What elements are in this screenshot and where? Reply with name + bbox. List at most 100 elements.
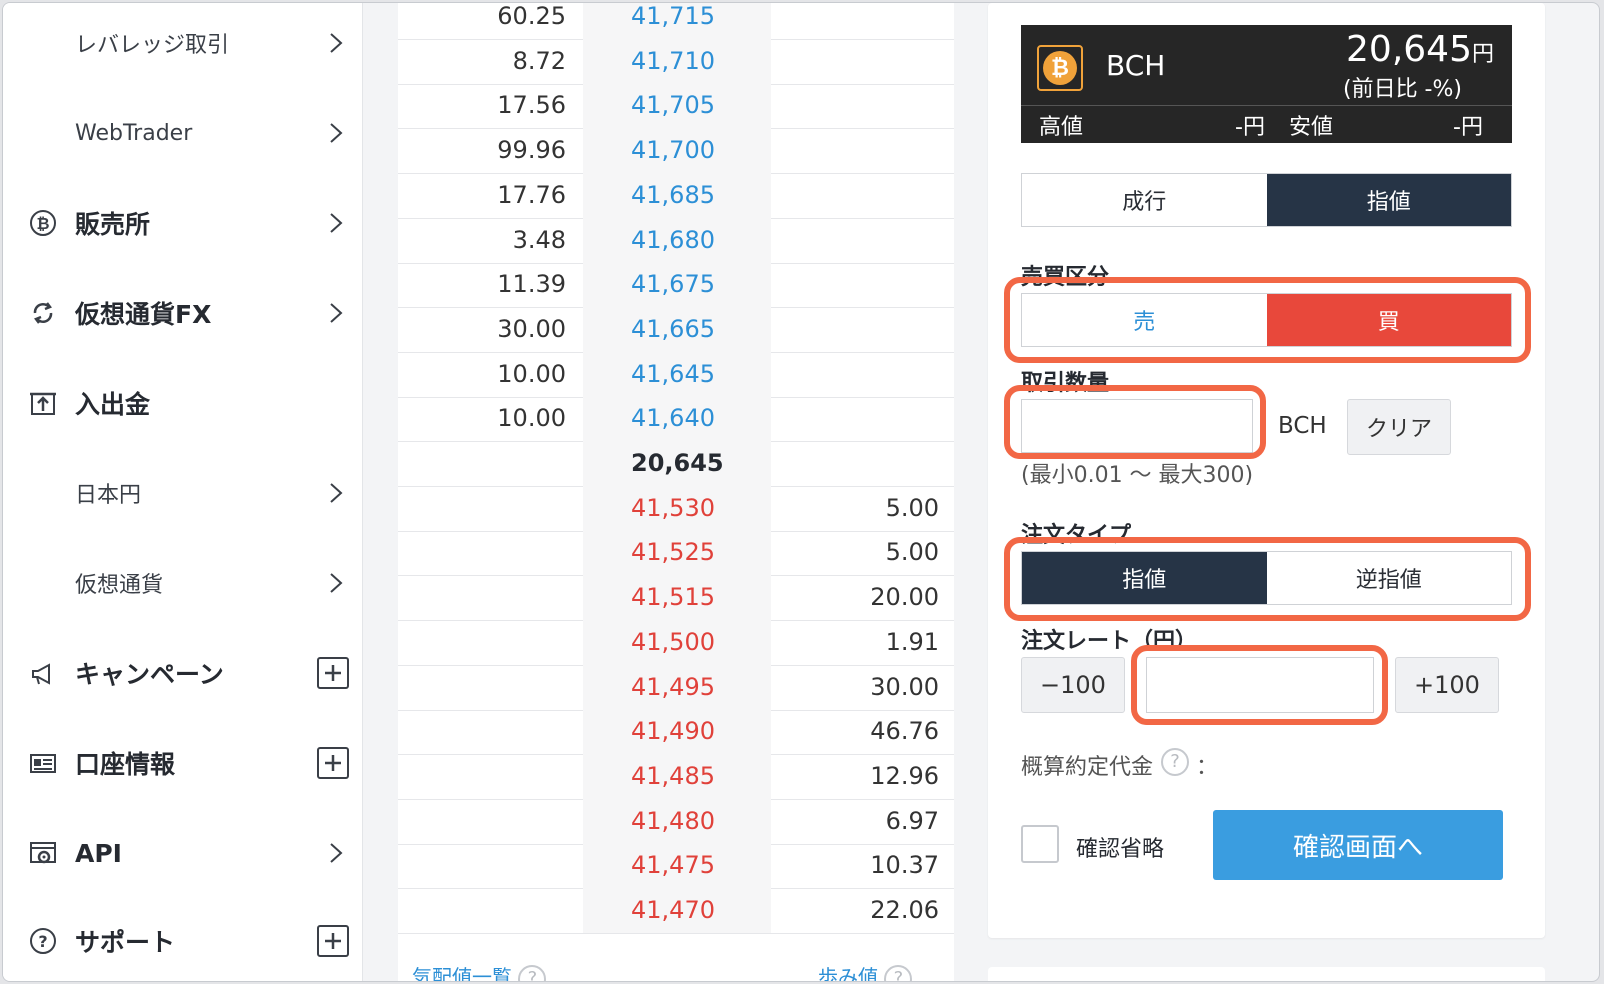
ask-quantity: [398, 799, 566, 844]
bid-row[interactable]: 41,475 10.37: [398, 843, 954, 890]
help-icon[interactable]: ?: [884, 964, 913, 981]
bid-quantity: 5.00: [885, 493, 939, 522]
sidebar-item-webtrader[interactable]: WebTrader: [3, 93, 363, 173]
bid-row[interactable]: 41,500 1.91: [398, 619, 954, 666]
lower-panel: [988, 967, 1545, 981]
quote-list-link[interactable]: 気配値一覧 ?: [412, 961, 547, 981]
trade-history-label[interactable]: 歩み値: [818, 965, 878, 981]
bitcoin-circle-icon: ₿: [27, 207, 59, 239]
bid-quantity: [771, 173, 939, 218]
price: 41,685: [583, 172, 771, 218]
bid-row[interactable]: 41,490 46.76: [398, 709, 954, 756]
ask-row[interactable]: 17.56 41,705: [398, 83, 954, 130]
sidebar-item-jpy[interactable]: 日本円: [3, 453, 363, 533]
high-label: 高値: [1039, 115, 1084, 140]
plus-100-button[interactable]: +100: [1395, 657, 1499, 713]
plus-icon[interactable]: [317, 747, 349, 779]
sidebar-item-label: 口座情報: [75, 750, 176, 779]
low-label: 安値: [1289, 115, 1334, 140]
price: 41,665: [583, 306, 771, 352]
bid-row[interactable]: 41,495 30.00: [398, 664, 954, 711]
id-card-icon: [27, 747, 59, 779]
highlight-side: [1004, 277, 1531, 363]
bid-row[interactable]: 41,485 12.96: [398, 753, 954, 800]
help-icon[interactable]: ?: [1161, 748, 1189, 776]
price: 41,495: [583, 664, 771, 710]
sidebar-item-crypto-fx[interactable]: 仮想通貨FX: [3, 273, 363, 353]
app-window: レバレッジ取引 WebTrader ₿ 販売所 仮想通貨FX 入出金 日本円 仮…: [2, 2, 1600, 982]
quote-list-label[interactable]: 気配値一覧: [412, 965, 512, 981]
ask-quantity: 17.76: [497, 180, 566, 209]
mid-price-row[interactable]: 20,645: [398, 441, 954, 487]
sidebar-item-crypto[interactable]: 仮想通貨: [3, 543, 363, 623]
confirm-button[interactable]: 確認画面へ: [1213, 810, 1503, 880]
sidebar-item-support[interactable]: ? サポート: [3, 901, 363, 981]
tab-limit-order[interactable]: 指値: [1266, 174, 1511, 226]
bid-quantity: [771, 441, 939, 486]
ask-quantity: [398, 575, 566, 620]
sidebar-item-label: 販売所: [75, 210, 151, 239]
sidebar-item-label: 仮想通貨: [75, 573, 164, 598]
order-method-toggle: 成行 指値: [1021, 173, 1512, 227]
chevron-right-icon: [325, 842, 347, 864]
bid-quantity: 22.06: [870, 896, 939, 924]
sidebar-item-label: API: [75, 838, 122, 868]
sidebar-item-leverage-trading[interactable]: レバレッジ取引: [3, 3, 363, 83]
bid-quantity: 46.76: [870, 717, 939, 746]
bid-quantity: 10.37: [870, 851, 939, 880]
chevron-right-icon: [325, 572, 347, 594]
bid-quantity: [771, 39, 939, 84]
sidebar-item-account-info[interactable]: 口座情報: [3, 723, 363, 803]
plus-icon[interactable]: [317, 925, 349, 957]
ask-row[interactable]: 10.00 41,645: [398, 351, 954, 398]
ask-quantity: 10.00: [497, 404, 566, 433]
ask-row[interactable]: 3.48 41,680: [398, 217, 954, 264]
bid-row[interactable]: 41,530 5.00: [398, 485, 954, 532]
bid-quantity: [771, 128, 939, 173]
bid-quantity: 30.00: [870, 672, 939, 701]
ask-row[interactable]: 60.25 41,715: [398, 3, 954, 40]
highlight-qty: [1004, 385, 1266, 459]
sidebar-item-label: サポート: [75, 928, 176, 957]
sidebar-item-deposit-withdraw[interactable]: 入出金: [3, 363, 363, 443]
ask-quantity: 99.96: [497, 136, 566, 165]
minus-100-button[interactable]: −100: [1021, 657, 1125, 713]
ask-quantity: 30.00: [497, 314, 566, 343]
bid-quantity: 5.00: [885, 538, 939, 567]
bid-row[interactable]: 41,525 5.00: [398, 530, 954, 577]
price: 41,640: [583, 396, 771, 442]
help-icon[interactable]: ?: [518, 964, 547, 981]
plus-icon[interactable]: [317, 657, 349, 689]
ask-row[interactable]: 17.76 41,685: [398, 172, 954, 219]
ask-row[interactable]: 10.00 41,640: [398, 396, 954, 443]
ticker-price: 20,645円: [1346, 29, 1494, 70]
ask-quantity: [398, 620, 566, 665]
sidebar-item-campaign[interactable]: キャンペーン: [3, 633, 363, 713]
sidebar-item-label: レバレッジ取引: [75, 33, 230, 58]
bid-quantity: [771, 352, 939, 397]
ask-row[interactable]: 8.72 41,710: [398, 38, 954, 85]
trade-history-link[interactable]: 歩み値 ?: [818, 961, 913, 981]
skip-confirm-checkbox[interactable]: [1021, 825, 1059, 863]
bid-quantity: [771, 396, 939, 441]
ask-row[interactable]: 99.96 41,700: [398, 128, 954, 175]
bid-quantity: 12.96: [870, 761, 939, 790]
price: 41,705: [583, 83, 771, 129]
ask-quantity: [398, 530, 566, 575]
deposit-upload-icon: [27, 387, 59, 419]
ask-row[interactable]: 30.00 41,665: [398, 306, 954, 353]
bid-row[interactable]: 41,470 22.06: [398, 888, 954, 934]
clear-button[interactable]: クリア: [1347, 399, 1451, 455]
tab-market-order[interactable]: 成行: [1022, 174, 1267, 226]
chevron-right-icon: [325, 482, 347, 504]
order-book-footer: 気配値一覧 ? 歩み値 ?: [398, 961, 954, 981]
sidebar-item-api[interactable]: API: [3, 813, 363, 893]
sidebar-item-label: 仮想通貨FX: [75, 300, 212, 329]
price: 41,515: [583, 575, 771, 621]
sidebar-item-exchange-shop[interactable]: ₿ 販売所: [3, 183, 363, 263]
bid-row[interactable]: 41,480 6.97: [398, 798, 954, 845]
ask-quantity: [398, 888, 566, 933]
bid-row[interactable]: 41,515 20.00: [398, 575, 954, 622]
ask-row[interactable]: 11.39 41,675: [398, 262, 954, 309]
api-gear-window-icon: [27, 837, 59, 869]
